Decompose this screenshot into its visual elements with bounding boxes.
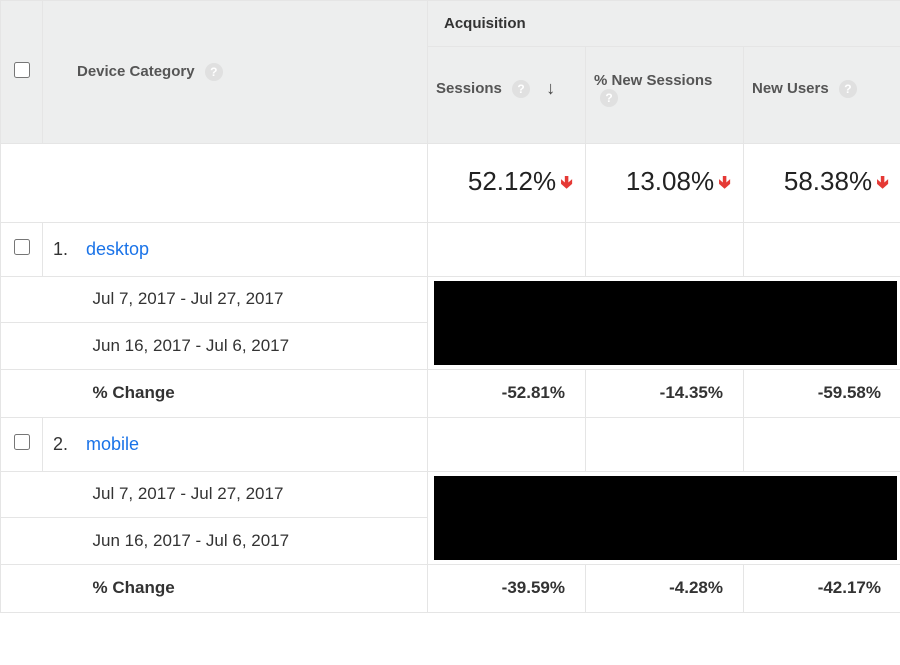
new-users-header[interactable]: New Users ?	[744, 47, 900, 144]
redacted-data-block	[434, 281, 897, 365]
period-a-row: Jul 7, 2017 - Jul 27, 2017	[1, 276, 900, 323]
sessions-header[interactable]: Sessions ? ↓	[428, 47, 586, 144]
trend-down-icon: 🢃	[718, 172, 731, 192]
change-pct-new-sessions: -4.28%	[586, 564, 744, 612]
pct-change-row: % Change -39.59% -4.28% -42.17%	[1, 564, 900, 612]
period-a-label: Jul 7, 2017 - Jul 27, 2017	[43, 276, 428, 323]
summary-sessions: 52.12%🢃	[428, 143, 586, 222]
help-icon[interactable]: ?	[512, 80, 530, 98]
summary-row: 52.12%🢃 13.08%🢃 58.38%🢃	[1, 143, 900, 222]
trend-down-icon: 🢃	[560, 172, 573, 192]
select-all-header	[1, 1, 43, 144]
pct-change-label: % Change	[43, 369, 428, 417]
period-b-label: Jun 16, 2017 - Jul 6, 2017	[43, 518, 428, 565]
period-a-label: Jul 7, 2017 - Jul 27, 2017	[43, 471, 428, 518]
change-new-users: -42.17%	[744, 564, 900, 612]
device-category-header[interactable]: Device Category ?	[43, 1, 428, 144]
table-row: 1. desktop	[1, 222, 900, 276]
change-sessions: -39.59%	[428, 564, 586, 612]
change-pct-new-sessions: -14.35%	[586, 369, 744, 417]
device-category-label: Device Category	[77, 63, 195, 80]
row-checkbox[interactable]	[14, 239, 30, 255]
period-a-row: Jul 7, 2017 - Jul 27, 2017	[1, 471, 900, 518]
pct-change-row: % Change -52.81% -14.35% -59.58%	[1, 369, 900, 417]
pct-change-label: % Change	[43, 564, 428, 612]
acquisition-group-header: Acquisition	[428, 1, 900, 47]
summary-pct-new-sessions: 13.08%🢃	[586, 143, 744, 222]
device-category-table: Device Category ? Acquisition Sessions ?…	[0, 0, 900, 613]
summary-new-users: 58.38%🢃	[744, 143, 900, 222]
period-b-label: Jun 16, 2017 - Jul 6, 2017	[43, 323, 428, 370]
device-link-mobile[interactable]: mobile	[86, 434, 139, 454]
device-link-desktop[interactable]: desktop	[86, 239, 149, 259]
row-index: 1.	[53, 239, 81, 260]
row-checkbox[interactable]	[14, 434, 30, 450]
trend-down-icon: 🢃	[876, 172, 889, 192]
change-new-users: -59.58%	[744, 369, 900, 417]
sort-descending-icon: ↓	[546, 78, 555, 99]
row-index: 2.	[53, 434, 81, 455]
redacted-data-block	[434, 476, 897, 560]
table-row: 2. mobile	[1, 417, 900, 471]
select-all-checkbox[interactable]	[14, 62, 30, 78]
help-icon[interactable]: ?	[600, 89, 618, 107]
help-icon[interactable]: ?	[205, 63, 223, 81]
change-sessions: -52.81%	[428, 369, 586, 417]
pct-new-sessions-header[interactable]: % New Sessions ?	[586, 47, 744, 144]
help-icon[interactable]: ?	[839, 80, 857, 98]
